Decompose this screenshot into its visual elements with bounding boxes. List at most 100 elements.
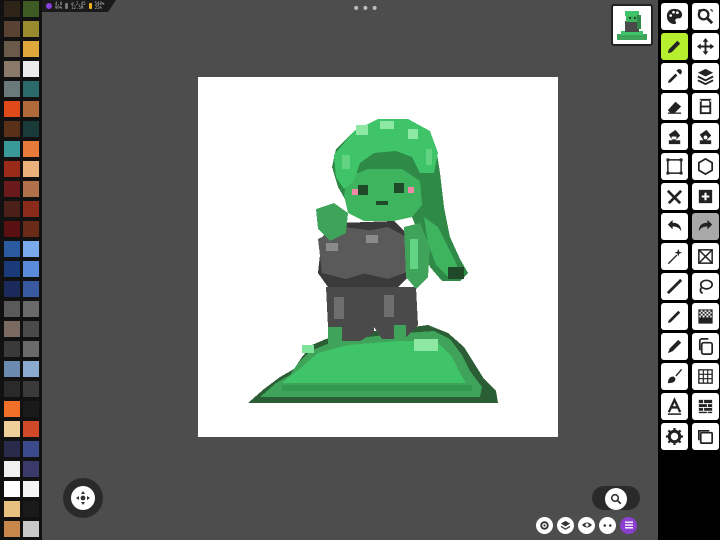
palette-swatch[interactable]	[23, 81, 39, 97]
palette-swatch[interactable]	[23, 441, 39, 457]
palette-swatch[interactable]	[23, 101, 39, 117]
palette-swatch[interactable]	[4, 261, 20, 277]
copy-tool-button[interactable]	[692, 333, 719, 360]
move-tool-button[interactable]	[692, 33, 719, 60]
settings-icon[interactable]	[536, 516, 553, 534]
palette-swatch[interactable]	[4, 41, 20, 57]
palette-swatch[interactable]	[4, 301, 20, 317]
palette-swatch[interactable]	[4, 401, 20, 417]
palette-swatch[interactable]	[23, 481, 39, 497]
select-rect-tool-button[interactable]	[661, 153, 688, 180]
palette-swatch[interactable]	[23, 281, 39, 297]
palette-swatch[interactable]	[4, 81, 20, 97]
grid-tool-button[interactable]	[692, 363, 719, 390]
palette-swatch[interactable]	[23, 361, 39, 377]
pattern-tool-button[interactable]	[692, 393, 719, 420]
palette-swatch[interactable]	[23, 461, 39, 477]
add-image-tool-button[interactable]	[692, 183, 719, 210]
palette-swatch[interactable]	[4, 341, 20, 357]
palette-swatch[interactable]	[23, 21, 39, 37]
palette-swatch[interactable]	[4, 281, 20, 297]
palette-swatch[interactable]	[4, 381, 20, 397]
eraser-tool-button[interactable]	[661, 93, 688, 120]
frames-tool-button[interactable]	[692, 93, 719, 120]
workspace[interactable]: •••	[42, 0, 658, 540]
bottom-tray	[536, 513, 658, 537]
palette-swatch[interactable]	[23, 401, 39, 417]
pixel-editor-app: ••• 4.0 99% ø 2.45 12.5M 540% 25%	[0, 0, 720, 540]
palette-swatch[interactable]	[23, 121, 39, 137]
grid-icon	[698, 369, 713, 384]
palette-swatch[interactable]	[23, 261, 39, 277]
palette-swatch[interactable]	[4, 141, 20, 157]
palette-swatch[interactable]	[23, 41, 39, 57]
palette-swatch[interactable]	[23, 161, 39, 177]
palette-swatch[interactable]	[23, 321, 39, 337]
palette-swatch[interactable]	[4, 361, 20, 377]
move-joystick[interactable]	[63, 478, 103, 518]
palette-swatch[interactable]	[4, 221, 20, 237]
palette-tool-button[interactable]	[661, 3, 688, 30]
settings-tool-button[interactable]	[661, 423, 688, 450]
text-tool-button[interactable]	[661, 393, 688, 420]
palette-swatch[interactable]	[23, 141, 39, 157]
palette-swatch[interactable]	[23, 501, 39, 517]
palette-swatch[interactable]	[4, 1, 20, 17]
palette-swatch[interactable]	[4, 441, 20, 457]
brush-pen-tool-button[interactable]	[661, 333, 688, 360]
tools-tool-button[interactable]	[661, 183, 688, 210]
sprite-preview-thumbnail[interactable]	[611, 4, 653, 46]
palette-swatch[interactable]	[4, 321, 20, 337]
palette-swatch[interactable]	[23, 521, 39, 537]
windows-tool-button[interactable]	[692, 423, 719, 450]
search-icon[interactable]	[605, 488, 627, 510]
palette-swatch[interactable]	[4, 501, 20, 517]
palette-swatch[interactable]	[4, 201, 20, 217]
palette-swatch[interactable]	[4, 241, 20, 257]
line-tool-button[interactable]	[661, 273, 688, 300]
lasso-tool-button[interactable]	[692, 273, 719, 300]
more-dots-icon[interactable]	[599, 516, 616, 534]
palette-swatch[interactable]	[23, 241, 39, 257]
layers-tool-button[interactable]	[692, 63, 719, 90]
palette-swatch[interactable]	[23, 301, 39, 317]
zoom-control[interactable]	[592, 486, 640, 510]
palette-swatch[interactable]	[23, 381, 39, 397]
palette-swatch[interactable]	[4, 421, 20, 437]
fill-bucket-alt-tool-button[interactable]	[692, 123, 719, 150]
magic-wand-tool-button[interactable]	[661, 243, 688, 270]
palette-swatch[interactable]	[4, 61, 20, 77]
palette-swatch[interactable]	[23, 181, 39, 197]
transform-tool-button[interactable]	[692, 243, 719, 270]
menu-icon[interactable]	[620, 516, 637, 534]
palette-swatch[interactable]	[23, 341, 39, 357]
palette-swatch[interactable]	[4, 121, 20, 137]
undo-tool-button[interactable]	[661, 213, 688, 240]
palette-swatch[interactable]	[4, 21, 20, 37]
dither-tool-button[interactable]	[692, 303, 719, 330]
fill-bucket-tool-button[interactable]	[661, 123, 688, 150]
drawing-canvas[interactable]	[198, 77, 558, 437]
eyedropper-tool-button[interactable]	[661, 63, 688, 90]
pencil-tool-button[interactable]	[661, 33, 688, 60]
palette-swatch[interactable]	[4, 461, 20, 477]
preview-eye-icon[interactable]	[578, 516, 595, 534]
palette-swatch[interactable]	[4, 521, 20, 537]
palette-swatch[interactable]	[23, 61, 39, 77]
select-hex-tool-button[interactable]	[692, 153, 719, 180]
palette-swatch[interactable]	[23, 421, 39, 437]
redo-tool-button[interactable]	[692, 213, 719, 240]
palette-swatch[interactable]	[4, 481, 20, 497]
palette-swatch[interactable]	[4, 161, 20, 177]
paint-brush-tool-button[interactable]	[661, 363, 688, 390]
palette-swatch[interactable]	[23, 201, 39, 217]
move-joystick-icon[interactable]	[71, 486, 95, 510]
drag-grip-icon[interactable]: •••	[352, 2, 380, 16]
pen-tool-button[interactable]	[661, 303, 688, 330]
zoom-tool-button[interactable]	[692, 3, 719, 30]
palette-swatch[interactable]	[23, 221, 39, 237]
palette-swatch[interactable]	[4, 101, 20, 117]
palette-swatch[interactable]	[4, 181, 20, 197]
palette-swatch[interactable]	[23, 1, 39, 17]
layers-icon[interactable]	[557, 516, 574, 534]
